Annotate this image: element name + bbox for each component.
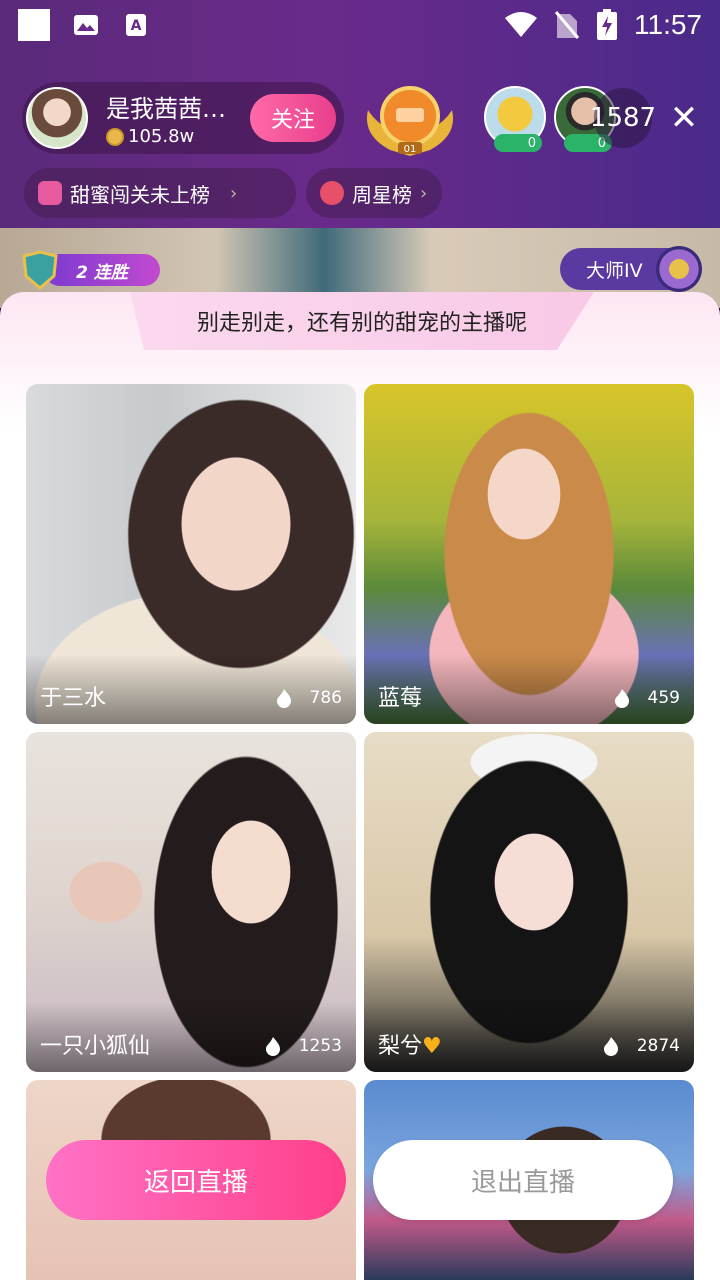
heat-count: 786	[309, 688, 342, 708]
tag-label: 甜蜜闯关未上榜	[70, 182, 210, 207]
rank-tier-badge: 大师IV	[560, 246, 702, 292]
heat-count: 459	[647, 688, 680, 708]
heat-count: 1253	[298, 1036, 342, 1056]
host-info-pill[interactable]: 是我茜茜… 105.8w 关注	[22, 82, 344, 154]
exit-live-button[interactable]: 退出直播	[373, 1140, 673, 1220]
avatar[interactable]	[26, 87, 88, 149]
square-icon	[18, 9, 50, 41]
no-sim-icon	[554, 11, 580, 39]
host-name: 是我茜茜…	[106, 95, 226, 123]
svg-text:01: 01	[404, 144, 417, 155]
clock: 11:57	[634, 9, 702, 40]
follow-button[interactable]: 关注	[250, 94, 336, 142]
rank-badge[interactable]: 01	[360, 80, 460, 158]
chevron-right-icon: ›	[230, 182, 238, 204]
font-icon: A	[122, 11, 150, 39]
flame-icon	[603, 1037, 618, 1056]
streamer-name: 蓝莓	[378, 686, 423, 711]
streamer-name: 于三水	[40, 686, 107, 711]
wifi-icon	[505, 12, 537, 37]
tag-label: 周星榜	[352, 182, 412, 207]
tier-label: 大师IV	[586, 259, 643, 282]
streamer-card[interactable]: 梨兮♥ 2874	[364, 732, 694, 1072]
streamer-name: 梨兮♥	[378, 1034, 442, 1059]
status-bar: A 11:57	[0, 0, 720, 50]
heart-icon: ♥	[422, 1034, 442, 1059]
live-header: A 11:57 是我茜茜… 105.8w 关注 01 0 0 1587 ✕ 甜蜜…	[0, 0, 720, 228]
sheet-title: 别走别走，还有别的甜宠的主播呢	[130, 292, 594, 350]
win-streak-badge: 2 连胜	[20, 250, 160, 290]
battery-charging-icon	[597, 9, 617, 40]
close-icon[interactable]: ✕	[666, 98, 702, 138]
weekly-star-tag[interactable]: 周星榜 ›	[306, 168, 442, 218]
flame-icon	[265, 1037, 280, 1056]
streak-emblem-icon	[22, 250, 58, 290]
flame-icon	[276, 689, 291, 708]
host-coins: 105.8w	[128, 126, 195, 147]
coin-icon	[106, 127, 124, 146]
chevron-right-icon: ›	[420, 182, 428, 204]
image-icon	[72, 11, 100, 39]
streak-label: 2 连胜	[44, 254, 160, 286]
flame-icon	[614, 689, 629, 708]
tier-emblem-icon	[656, 246, 702, 292]
heat-count: 2874	[636, 1036, 680, 1056]
viewer-count[interactable]: 1587	[590, 88, 656, 148]
streamer-card[interactable]: 于三水 786	[26, 384, 356, 724]
streamer-name: 一只小狐仙	[40, 1034, 151, 1059]
viewer-badge: 0	[494, 134, 542, 152]
star-icon	[320, 181, 344, 205]
return-to-live-button[interactable]: 返回直播	[46, 1140, 346, 1220]
viewer-avatar[interactable]: 0	[484, 86, 546, 152]
svg-text:A: A	[131, 18, 142, 34]
sweet-challenge-tag[interactable]: 甜蜜闯关未上榜 ›	[24, 168, 296, 218]
streamer-card[interactable]: 蓝莓 459	[364, 384, 694, 724]
heart-icon	[38, 181, 62, 205]
streamer-card[interactable]: 一只小狐仙 1253	[26, 732, 356, 1072]
